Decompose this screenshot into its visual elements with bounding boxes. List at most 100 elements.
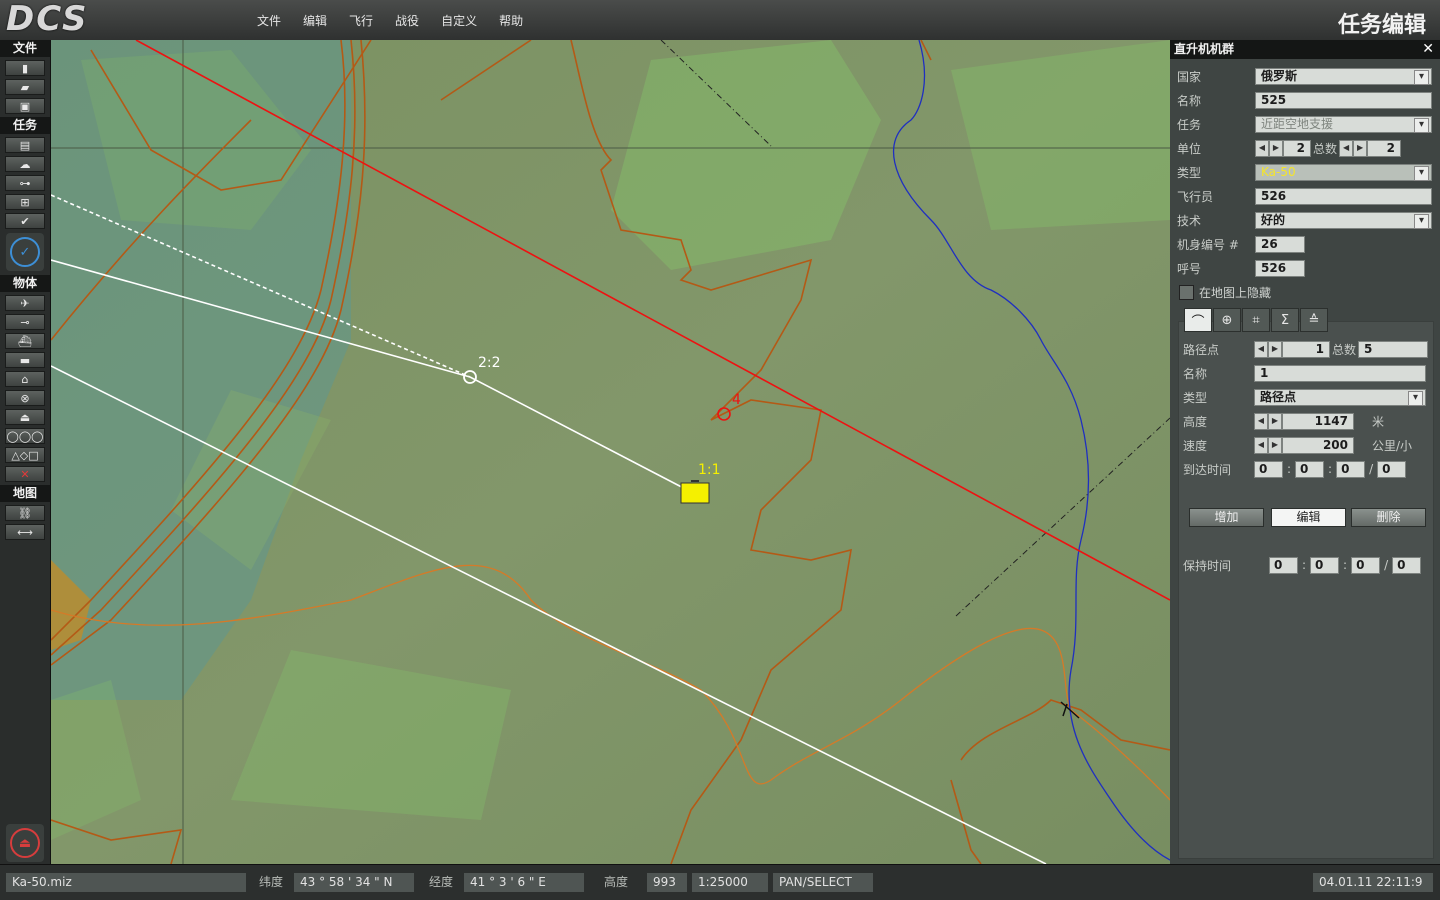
country-select[interactable]: 俄罗斯 bbox=[1255, 67, 1432, 85]
wp-type-label: 类型 bbox=[1183, 390, 1208, 405]
callsign-input[interactable]: 526 bbox=[1255, 259, 1305, 277]
tab-triggered-actions[interactable]: ⌗ bbox=[1242, 308, 1270, 332]
wp-type-select[interactable]: 路径点 bbox=[1254, 388, 1426, 406]
delete-waypoint-button[interactable]: 删除 bbox=[1351, 508, 1426, 527]
add-waypoint-button[interactable]: 增加 bbox=[1189, 508, 1264, 527]
ruler-button[interactable]: ⟷ bbox=[5, 524, 45, 540]
open-file-button[interactable]: ▰ bbox=[5, 79, 45, 95]
time-button[interactable]: ✓ bbox=[6, 233, 44, 271]
eta-minutes[interactable]: 0 bbox=[1336, 460, 1366, 478]
eta-seconds[interactable]: 0 bbox=[1377, 460, 1407, 478]
speed-down-icon[interactable]: ◀ bbox=[1254, 436, 1268, 454]
unit-label: 单位 bbox=[1177, 141, 1202, 156]
new-file-button[interactable]: ▮ bbox=[5, 60, 45, 76]
waypoint-editor: 路径点 ◀ ▶ 1 总数 5 名称 1 类型 路径点 高度 ◀ bbox=[1178, 321, 1434, 859]
add-ship-button[interactable]: ⛴ bbox=[5, 333, 45, 349]
waypoint-next-icon[interactable]: ▶ bbox=[1268, 340, 1282, 358]
map-scale[interactable]: 1:25000 bbox=[692, 873, 768, 892]
unit-total-value[interactable]: 2 bbox=[1367, 139, 1402, 157]
unit-stepper[interactable]: ◀ ▶ 2 bbox=[1255, 139, 1311, 157]
type-row: 类型 Ka-50 bbox=[1177, 162, 1432, 182]
type-label: 类型 bbox=[1177, 165, 1202, 180]
menu-file[interactable]: 文件 bbox=[246, 12, 292, 29]
pilot-name-input[interactable]: 526 bbox=[1255, 187, 1432, 205]
speed-row: 速度 ◀ ▶ 200 公里/小 bbox=[1183, 435, 1412, 455]
menu-edit[interactable]: 编辑 bbox=[292, 12, 338, 29]
eta-hours[interactable]: 0 bbox=[1295, 460, 1325, 478]
add-zone-button[interactable]: ◯◯◯ bbox=[5, 428, 45, 444]
group-name-input[interactable]: 525 bbox=[1255, 91, 1432, 109]
map-options-button[interactable]: ⛓ bbox=[5, 505, 45, 521]
tab-targets[interactable]: ⊕ bbox=[1213, 308, 1241, 332]
add-shapes-button[interactable]: △◇□ bbox=[5, 447, 45, 463]
waypoint-prev-icon[interactable]: ◀ bbox=[1254, 340, 1268, 358]
ship-icon: ⛴ bbox=[18, 334, 32, 348]
save-disk-icon: ▣ bbox=[19, 99, 31, 113]
map-canvas[interactable]: 4 2:2 1:1 bbox=[51, 40, 1170, 864]
wp-name-input[interactable]: 1 bbox=[1254, 364, 1426, 382]
hide-on-map-row: 在地图上隐藏 bbox=[1179, 284, 1271, 301]
weather-button[interactable]: ☁ bbox=[5, 156, 45, 172]
shapes-icon: △◇□ bbox=[11, 448, 39, 462]
hold-days[interactable]: 0 bbox=[1269, 556, 1298, 574]
exit-button[interactable]: ⏏ bbox=[6, 824, 44, 862]
edit-waypoint-button[interactable]: 编辑 bbox=[1271, 508, 1346, 527]
add-helicopter-button[interactable]: ⊸ bbox=[5, 314, 45, 330]
add-static-button[interactable]: ⌂ bbox=[5, 371, 45, 387]
unit-prev-icon[interactable]: ◀ bbox=[1255, 139, 1269, 157]
add-vehicle-button[interactable]: ▬ bbox=[5, 352, 45, 368]
skill-select[interactable]: 好的 bbox=[1255, 211, 1432, 229]
total-next-icon[interactable]: ▶ bbox=[1353, 139, 1368, 157]
total-prev-icon[interactable]: ◀ bbox=[1339, 139, 1354, 157]
waypoint-stepper[interactable]: ◀ ▶ 1 bbox=[1254, 340, 1330, 358]
add-plane-button[interactable]: ✈ bbox=[5, 295, 45, 311]
hold-minutes[interactable]: 0 bbox=[1351, 556, 1381, 574]
triggers-button[interactable]: ⊶ bbox=[5, 175, 45, 191]
delete-object-button[interactable]: ✕ bbox=[5, 466, 45, 482]
task-select[interactable]: 近距空地支援 bbox=[1255, 115, 1432, 133]
altitude-stepper[interactable]: ◀ ▶ 1147 bbox=[1254, 412, 1354, 430]
menu-customize[interactable]: 自定义 bbox=[430, 12, 488, 29]
waypoint-value[interactable]: 1 bbox=[1282, 340, 1330, 358]
aircraft-type-select[interactable]: Ka-50 bbox=[1255, 163, 1432, 181]
goals-button[interactable]: ⊞ bbox=[5, 194, 45, 210]
trigger-link-icon: ⊶ bbox=[19, 176, 31, 190]
eta-days[interactable]: 0 bbox=[1254, 460, 1283, 478]
altitude-value[interactable]: 1147 bbox=[1282, 412, 1354, 430]
menu-flight[interactable]: 飞行 bbox=[338, 12, 384, 29]
speed-up-icon[interactable]: ▶ bbox=[1268, 436, 1282, 454]
speed-stepper[interactable]: ◀ ▶ 200 bbox=[1254, 436, 1354, 454]
unit-total-stepper[interactable]: ◀ ▶ 2 bbox=[1339, 139, 1402, 157]
latitude-label: 纬度 bbox=[259, 875, 284, 889]
unit-value[interactable]: 2 bbox=[1283, 139, 1311, 157]
tab-payload[interactable]: ≙ bbox=[1300, 308, 1328, 332]
check-button[interactable]: ✔ bbox=[5, 213, 45, 229]
task-label: 任务 bbox=[1177, 117, 1202, 132]
map-view[interactable]: 4 2:2 1:1 bbox=[51, 40, 1170, 864]
section-objects: 物体 bbox=[0, 275, 50, 292]
add-fob-button[interactable]: ⏏ bbox=[5, 409, 45, 425]
tab-summary[interactable]: Σ bbox=[1271, 308, 1299, 332]
add-template-button[interactable]: ⊗ bbox=[5, 390, 45, 406]
tail-number-input[interactable]: 26 bbox=[1255, 235, 1305, 253]
waypoint-label: 路径点 bbox=[1183, 342, 1220, 357]
hold-time-row: 保持时间 0 : 0 : 0 / 0 bbox=[1183, 555, 1422, 575]
helicopter-icon: ⊸ bbox=[20, 315, 30, 329]
menu-help[interactable]: 帮助 bbox=[488, 12, 534, 29]
briefing-icon: ▤ bbox=[19, 138, 31, 152]
hold-sep: / bbox=[1384, 558, 1389, 572]
hold-seconds[interactable]: 0 bbox=[1392, 556, 1422, 574]
save-file-button[interactable]: ▣ bbox=[5, 98, 45, 114]
hold-hours[interactable]: 0 bbox=[1310, 556, 1340, 574]
altitude-up-icon[interactable]: ▶ bbox=[1268, 412, 1282, 430]
briefing-button[interactable]: ▤ bbox=[5, 137, 45, 153]
hide-on-map-checkbox[interactable] bbox=[1179, 285, 1194, 300]
speed-value[interactable]: 200 bbox=[1282, 436, 1354, 454]
unit-next-icon[interactable]: ▶ bbox=[1269, 139, 1283, 157]
helicopter-group-icon[interactable] bbox=[680, 482, 710, 504]
tab-route[interactable]: ⌒ bbox=[1184, 308, 1212, 332]
close-icon[interactable]: ✕ bbox=[1422, 40, 1434, 59]
altitude-down-icon[interactable]: ◀ bbox=[1254, 412, 1268, 430]
panel-title: 直升机机群 bbox=[1174, 42, 1235, 56]
menu-campaign[interactable]: 战役 bbox=[384, 12, 430, 29]
